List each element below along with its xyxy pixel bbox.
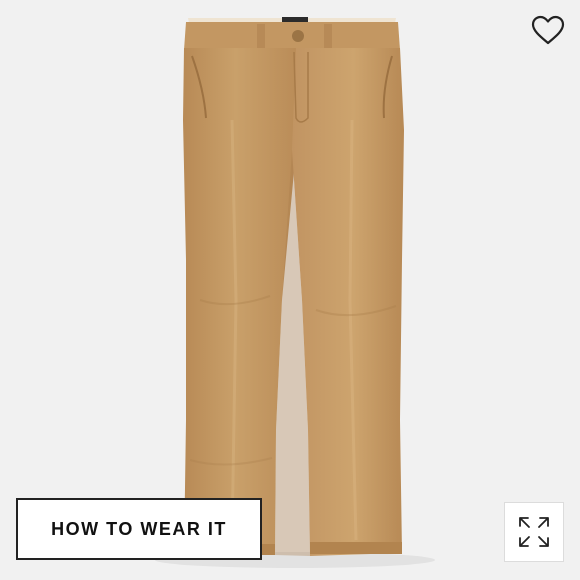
how-to-wear-button[interactable]: HOW TO WEAR IT [16,498,262,560]
favorite-button[interactable] [528,10,568,50]
expand-image-button[interactable] [504,502,564,562]
expand-arrows-icon [519,517,549,547]
belt-loop [257,24,265,52]
belt-loop [324,24,332,52]
how-to-wear-label: HOW TO WEAR IT [51,518,227,539]
product-photo [155,17,435,568]
waist-button [292,30,304,42]
right-leg [292,48,404,556]
right-hem [310,542,402,554]
heart-outline-icon [531,15,565,45]
product-image-viewer: HOW TO WEAR IT [0,0,580,580]
